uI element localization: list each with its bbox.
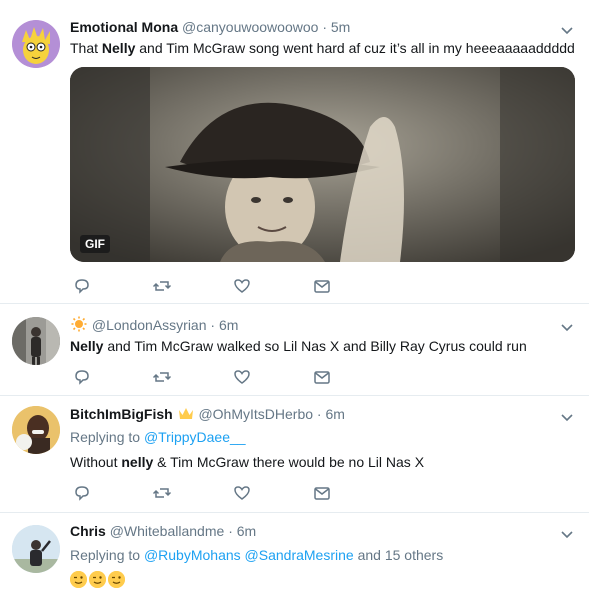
text-part: and Tim McGraw walked so Lil Nas X and B… (103, 338, 527, 354)
timestamp[interactable]: 5m (331, 19, 350, 35)
highlighted-term: Nelly (101, 40, 136, 56)
tweet-header: BitchImBigFish @OhMyItsDHerbo · 6m (70, 406, 345, 422)
chevron-down-icon[interactable] (559, 409, 575, 425)
tweet[interactable]: Chris @Whiteballandme · 6m Replying to @… (0, 513, 589, 590)
reply-icon[interactable] (72, 367, 92, 387)
separator-dot: · (322, 19, 327, 35)
display-name[interactable]: BitchImBigFish (70, 406, 173, 422)
retweet-icon[interactable] (152, 367, 172, 387)
message-icon[interactable] (312, 367, 332, 387)
sun-emoji-icon (70, 316, 88, 332)
text-part: Without (70, 454, 122, 470)
like-icon[interactable] (232, 367, 252, 387)
message-icon[interactable] (312, 276, 332, 296)
display-name[interactable]: Chris (70, 523, 106, 539)
tweet-text: Nelly and Tim McGraw walked so Lil Nas X… (70, 337, 527, 355)
chevron-down-icon[interactable] (559, 526, 575, 542)
tweet-header: @LondonAssyrian · 6m (70, 316, 238, 333)
avatar[interactable] (12, 525, 60, 573)
separator-dot: · (210, 317, 216, 333)
tweet-header: Emotional Mona @canyouwoowoowoo · 5m (70, 19, 350, 35)
avatar[interactable] (12, 20, 60, 68)
wink-face-emoji-icon (89, 570, 106, 588)
gif-media[interactable]: GIF (70, 67, 575, 262)
mention-link[interactable]: @SandraMesrine (245, 547, 354, 563)
text-part: and Tim McGraw song went hard af cuz it’… (135, 40, 575, 56)
user-handle[interactable]: @LondonAssyrian (92, 317, 207, 333)
crown-emoji-icon (177, 406, 195, 421)
avatar[interactable] (12, 406, 60, 454)
tweet-text: That Nelly and Tim McGraw song went hard… (70, 39, 575, 57)
tweet[interactable]: @LondonAssyrian · 6m Nelly and Tim McGra… (0, 304, 589, 396)
mention-link[interactable]: @TrippyDaee__ (144, 429, 246, 445)
like-icon[interactable] (232, 276, 252, 296)
separator-dot: · (228, 523, 233, 539)
chevron-down-icon[interactable] (559, 22, 575, 38)
user-handle[interactable]: @canyouwoowoowoo (182, 19, 318, 35)
replying-others[interactable]: and 15 others (354, 547, 444, 563)
gif-badge: GIF (80, 235, 110, 253)
retweet-icon[interactable] (152, 483, 172, 503)
timestamp[interactable]: 6m (219, 317, 238, 333)
wink-face-emoji-icon (108, 570, 125, 588)
user-handle[interactable]: @Whiteballandme (110, 523, 225, 539)
timestamp[interactable]: 6m (237, 523, 256, 539)
replying-label: Replying to (70, 429, 144, 445)
reply-icon[interactable] (72, 276, 92, 296)
avatar[interactable] (12, 317, 60, 365)
user-handle[interactable]: @OhMyItsDHerbo (198, 406, 313, 422)
display-name[interactable]: Emotional Mona (70, 19, 178, 35)
timestamp[interactable]: 6m (325, 406, 344, 422)
mention-link[interactable]: @RubyMohans (144, 547, 241, 563)
tweet-text (70, 569, 127, 588)
tweet[interactable]: Emotional Mona @canyouwoowoowoo · 5m Tha… (0, 0, 589, 304)
replying-to: Replying to @RubyMohans @SandraMesrine a… (70, 547, 443, 563)
like-icon[interactable] (232, 483, 252, 503)
reply-icon[interactable] (72, 483, 92, 503)
wink-face-emoji-icon (70, 570, 87, 588)
highlighted-term: Nelly (70, 338, 104, 354)
tweet-header: Chris @Whiteballandme · 6m (70, 523, 256, 539)
replying-to: Replying to @TrippyDaee__ (70, 429, 246, 445)
tweet[interactable]: BitchImBigFish @OhMyItsDHerbo · 6m Reply… (0, 396, 589, 513)
chevron-down-icon[interactable] (559, 319, 575, 335)
tweet-feed: Emotional Mona @canyouwoowoowoo · 5m Tha… (0, 0, 589, 590)
separator-dot: · (316, 406, 322, 422)
text-part: That (70, 40, 102, 56)
tweet-text: Without nelly & Tim McGraw there would b… (70, 453, 424, 471)
text-part: & Tim McGraw there would be no Lil Nas X (153, 454, 425, 470)
highlighted-term: nelly (121, 454, 154, 470)
message-icon[interactable] (312, 483, 332, 503)
replying-label: Replying to (70, 547, 144, 563)
retweet-icon[interactable] (152, 276, 172, 296)
